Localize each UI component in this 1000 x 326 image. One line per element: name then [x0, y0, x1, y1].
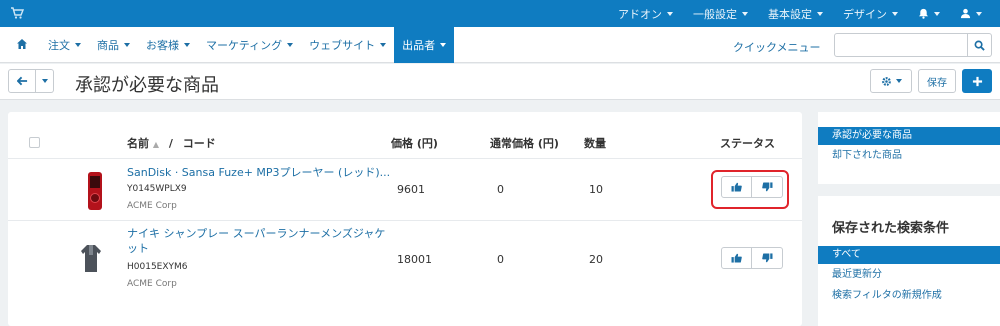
nav-vendors[interactable]: 出品者	[394, 27, 455, 63]
thumbs-up-icon	[731, 253, 742, 263]
back-button[interactable]	[8, 69, 36, 93]
notifications-menu[interactable]	[908, 0, 950, 27]
product-price: 18001	[397, 253, 432, 266]
approve-button[interactable]	[721, 247, 752, 269]
menu-general-settings[interactable]: 一般設定	[683, 0, 758, 27]
menu-design[interactable]: デザイン	[833, 0, 908, 27]
save-button[interactable]: 保存	[918, 69, 956, 93]
col-quantity[interactable]: 数量	[584, 135, 606, 151]
product-thumbnail[interactable]	[84, 171, 106, 211]
chevron-down-icon	[124, 43, 130, 47]
nav-orders[interactable]: 注文	[40, 27, 89, 63]
product-list-price: 0	[497, 253, 504, 266]
nav-customers[interactable]: お客様	[138, 27, 198, 63]
product-code: Y0145WPLX9	[127, 184, 187, 194]
page-title: 承認が必要な商品	[75, 75, 219, 96]
saved-search-new-filter[interactable]: 検索フィルタの新規作成	[818, 287, 1000, 305]
bell-icon	[918, 8, 929, 19]
product-name-link[interactable]: ナイキ シャンプレー スーパーランナーメンズジャケ ット	[127, 226, 385, 256]
home-icon[interactable]	[16, 38, 28, 50]
approval-buttons	[721, 247, 783, 269]
chevron-down-icon	[184, 43, 190, 47]
saved-search-all[interactable]: すべて	[818, 246, 1000, 264]
col-status: ステータス	[720, 137, 775, 150]
sidebar-item-pending-approval[interactable]: 承認が必要な商品	[818, 127, 1000, 145]
chevron-down-icon	[75, 43, 81, 47]
thumbs-down-icon	[761, 253, 772, 263]
chevron-down-icon	[976, 11, 982, 16]
user-icon	[960, 8, 971, 19]
chevron-down-icon	[892, 11, 898, 16]
product-list-price: 0	[497, 183, 504, 196]
search-input[interactable]	[834, 33, 968, 57]
chevron-down-icon	[667, 11, 673, 16]
chevron-down-icon	[817, 11, 823, 16]
product-quantity: 20	[589, 253, 603, 266]
saved-searches-title: 保存された検索条件	[832, 221, 950, 236]
table-row: ナイキ シャンプレー スーパーランナーメンズジャケ ット H0015EXYM6 …	[8, 220, 802, 298]
chevron-down-icon	[380, 43, 387, 47]
nav-website[interactable]: ウェブサイト	[301, 27, 394, 63]
sidebar-views: 承認が必要な商品 却下された商品	[818, 112, 1000, 184]
sidebar-saved-searches: 保存された検索条件 すべて 最近更新分 検索フィルタの新規作成	[818, 196, 1000, 326]
chevron-down-icon	[742, 11, 748, 16]
table-header: 名前 ▲ / コード 価格 (円) 通常価格 (円) 数量 ステータス	[8, 130, 802, 154]
product-code: H0015EXYM6	[127, 262, 188, 272]
cart-icon[interactable]	[10, 6, 24, 20]
search-button[interactable]	[968, 33, 992, 57]
back-button-group	[8, 69, 54, 93]
main-nav: 注文 商品 お客様 マーケティング ウェブサイト 出品者 クイックメニュー	[0, 27, 1000, 63]
top-bar: アドオン 一般設定 基本設定 デザイン	[0, 0, 1000, 27]
plus-icon	[972, 76, 982, 86]
product-price: 9601	[397, 183, 425, 196]
search-box	[834, 33, 992, 57]
col-list-price[interactable]: 通常価格 (円)	[490, 135, 559, 151]
chevron-down-icon	[287, 43, 294, 47]
col-name[interactable]: 名前 ▲ / コード	[127, 135, 216, 151]
product-vendor: ACME Corp	[127, 279, 177, 289]
chevron-down-icon	[934, 11, 940, 16]
page-header: 承認が必要な商品 保存	[0, 64, 1000, 100]
product-name-link[interactable]: SanDisk · Sansa Fuze+ MP3プレーヤー (レッド)...	[127, 165, 390, 180]
nav-products[interactable]: 商品	[89, 27, 138, 63]
add-button[interactable]	[962, 69, 992, 93]
menu-basic-settings[interactable]: 基本設定	[758, 0, 833, 27]
highlight-box	[711, 170, 789, 209]
user-menu[interactable]	[950, 0, 992, 27]
sidebar-item-rejected[interactable]: 却下された商品	[818, 147, 1000, 165]
menu-addons[interactable]: アドオン	[608, 0, 683, 27]
saved-search-recent[interactable]: 最近更新分	[818, 266, 1000, 284]
select-all-checkbox[interactable]	[29, 137, 40, 148]
table-row: SanDisk · Sansa Fuze+ MP3プレーヤー (レッド)... …	[8, 158, 802, 220]
product-thumbnail[interactable]	[80, 243, 102, 273]
col-price[interactable]: 価格 (円)	[391, 135, 438, 151]
chevron-down-icon	[41, 79, 48, 83]
nav-marketing[interactable]: マーケティング	[198, 27, 301, 63]
product-vendor: ACME Corp	[127, 201, 177, 211]
search-icon	[974, 40, 985, 51]
chevron-down-icon	[895, 79, 902, 83]
gear-icon	[881, 76, 891, 86]
chevron-down-icon	[440, 43, 447, 47]
quick-menu-link[interactable]: クイックメニュー	[733, 39, 821, 55]
arrow-left-icon	[16, 76, 27, 86]
history-dropdown[interactable]	[36, 69, 54, 93]
disapprove-button[interactable]	[752, 247, 783, 269]
products-panel: 名前 ▲ / コード 価格 (円) 通常価格 (円) 数量 ステータス SanD…	[8, 112, 802, 326]
product-quantity: 10	[589, 183, 603, 196]
sort-icon: ▲	[152, 140, 159, 149]
settings-dropdown-button[interactable]	[870, 69, 912, 93]
